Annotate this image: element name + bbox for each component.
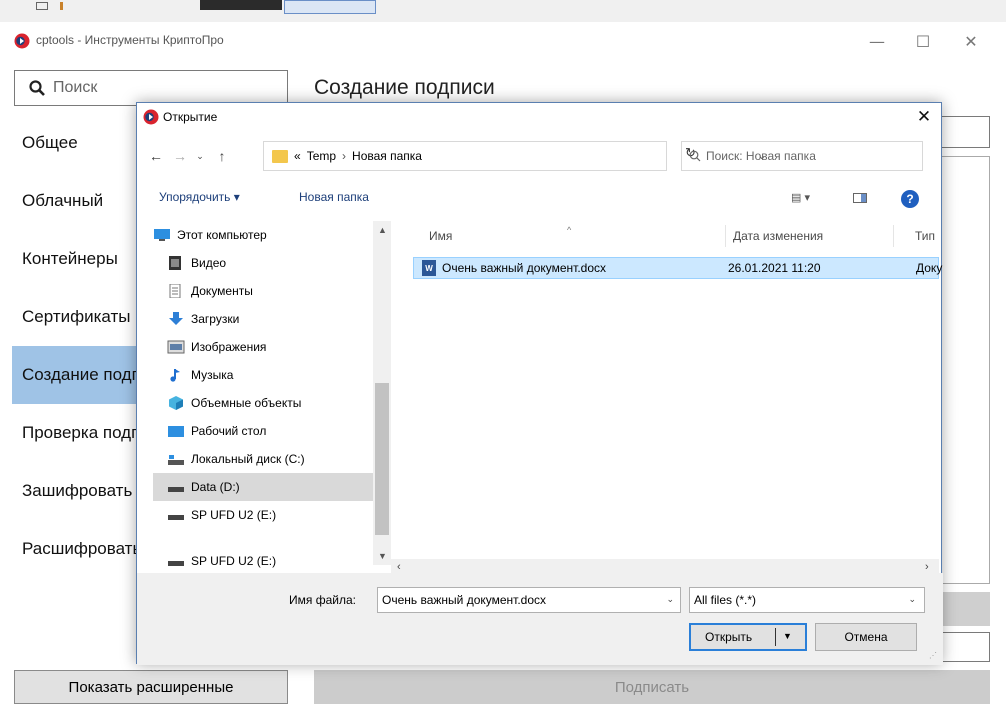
cryptopro-logo-icon: [143, 109, 159, 125]
dialog-title: Открытие: [163, 110, 218, 124]
nav-item-video[interactable]: Видео: [167, 249, 391, 277]
file-name: Очень важный документ.docx: [442, 261, 607, 275]
video-icon: [169, 256, 181, 270]
minimize-button[interactable]: —: [854, 22, 900, 60]
dialog-toolbar: Упорядочить ▾ Новая папка ▤ ▾ ?: [137, 183, 943, 213]
column-header-type[interactable]: Тип: [915, 229, 935, 243]
search-icon: [29, 80, 45, 96]
resize-grip-icon[interactable]: ⋰: [929, 651, 937, 660]
taskbar-icon: [60, 2, 63, 10]
music-icon: [170, 369, 180, 382]
organize-button[interactable]: Упорядочить ▾: [159, 190, 240, 204]
column-header-name[interactable]: Имя ^: [429, 225, 571, 243]
scrollbar-thumb[interactable]: [375, 383, 389, 535]
forward-button[interactable]: →: [169, 145, 191, 167]
drive-icon: [168, 487, 184, 492]
up-button[interactable]: ↑: [211, 145, 233, 167]
column-separator[interactable]: [725, 225, 726, 247]
nav-item-pictures[interactable]: Изображения: [167, 333, 391, 361]
help-button[interactable]: ?: [901, 190, 919, 208]
navigation-pane: Этот компьютер Видео Документы Загрузки …: [147, 221, 391, 569]
nav-item-local-disk-c[interactable]: Локальный диск (C:): [167, 445, 391, 473]
breadcrumb-temp[interactable]: Temp: [307, 149, 336, 163]
open-file-dialog: Открытие ✕ ← → ⌄ ↑ « Temp › Новая папка …: [136, 102, 943, 665]
breadcrumb-separator: ›: [342, 149, 347, 163]
taskbar-icon: [36, 2, 48, 10]
maximize-button[interactable]: ☐: [900, 22, 946, 60]
search-placeholder: Поиск: [53, 79, 98, 96]
nav-item-sp-ufd-e-2[interactable]: SP UFD U2 (E:): [167, 547, 391, 569]
address-bar[interactable]: « Temp › Новая папка ⌄: [263, 141, 766, 171]
filename-input[interactable]: Очень важный документ.docx ⌄: [377, 587, 681, 613]
breadcrumb-new-folder[interactable]: Новая папка: [352, 149, 422, 163]
chevron-down-icon[interactable]: ▼: [783, 631, 792, 641]
pictures-icon: [167, 340, 185, 354]
drive-icon: [168, 561, 184, 566]
show-advanced-button[interactable]: Показать расширенные: [14, 670, 288, 704]
dialog-close-button[interactable]: ✕: [909, 105, 939, 129]
sign-button[interactable]: Подписать: [314, 670, 990, 704]
nav-item-music[interactable]: Музыка: [167, 361, 391, 389]
recent-locations-button[interactable]: ⌄: [193, 145, 207, 167]
title-bar: cptools - Инструменты КриптоПро — ☐ ✕: [0, 22, 1006, 60]
nav-item-3d-objects[interactable]: Объемные объекты: [167, 389, 391, 417]
nav-item-desktop[interactable]: Рабочий стол: [167, 417, 391, 445]
word-document-icon: W: [422, 260, 436, 276]
window-title: cptools - Инструменты КриптоПро: [36, 33, 224, 47]
3d-objects-icon: [169, 396, 183, 410]
folder-icon: [272, 149, 288, 163]
close-button[interactable]: ✕: [948, 22, 994, 60]
scroll-left-icon[interactable]: ‹: [397, 561, 401, 573]
nav-item-sp-ufd-e[interactable]: SP UFD U2 (E:): [167, 501, 391, 529]
search-icon: [689, 150, 701, 162]
search-input[interactable]: Поиск: [14, 70, 288, 106]
background-window-tab: [284, 0, 376, 14]
nav-item-downloads[interactable]: Загрузки: [167, 305, 391, 333]
documents-icon: [169, 284, 181, 298]
desktop-icon: [168, 426, 184, 437]
local-disk-icon: [168, 455, 184, 465]
background-window-strip: [0, 0, 1006, 22]
nav-item-this-pc[interactable]: Этот компьютер: [153, 221, 379, 249]
form-button[interactable]: [940, 592, 990, 626]
preview-pane-icon[interactable]: [853, 193, 867, 203]
file-type-select[interactable]: All files (*.*) ⌄: [689, 587, 925, 613]
drive-icon: [168, 515, 184, 520]
sort-ascending-icon: ^: [567, 225, 572, 235]
navigation-bar: ← → ⌄ ↑ « Temp › Новая папка ⌄ ↻ Поиск: …: [137, 137, 943, 175]
file-date: 26.01.2021 11:20: [728, 261, 821, 275]
content-area: [940, 156, 990, 584]
column-header-date[interactable]: Дата изменения: [733, 229, 823, 243]
cryptopro-logo-icon: [14, 33, 30, 49]
column-separator[interactable]: [893, 225, 894, 247]
new-folder-button[interactable]: Новая папка: [299, 190, 369, 204]
breadcrumb-prefix: «: [294, 149, 301, 163]
view-options-button[interactable]: ▤ ▾: [791, 191, 810, 204]
scroll-right-icon[interactable]: ›: [925, 561, 929, 573]
file-type: Доку: [916, 261, 943, 275]
back-button[interactable]: ←: [145, 145, 167, 167]
nav-item-data-d[interactable]: Data (D:): [153, 473, 379, 501]
filename-label: Имя файла:: [289, 593, 356, 607]
file-list: Имя ^ Дата изменения Тип W Очень важный д…: [407, 221, 943, 557]
nav-item-documents[interactable]: Документы: [167, 277, 391, 305]
open-button[interactable]: Открыть ▼: [689, 623, 807, 651]
page-title: Создание подписи: [314, 76, 495, 99]
cancel-button[interactable]: Отмена: [815, 623, 917, 651]
form-field[interactable]: [940, 116, 990, 148]
dialog-footer: Имя файла: Очень важный документ.docx ⌄ …: [137, 573, 943, 665]
folder-search-input[interactable]: Поиск: Новая папка: [681, 141, 923, 171]
scroll-down-icon[interactable]: ▼: [378, 551, 387, 561]
chevron-down-icon[interactable]: ⌄: [908, 594, 916, 605]
file-row[interactable]: W Очень важный документ.docx 26.01.2021 …: [413, 257, 943, 279]
form-field[interactable]: [940, 632, 990, 662]
background-window-tab: [200, 0, 282, 10]
downloads-icon: [169, 312, 183, 325]
chevron-down-icon[interactable]: ⌄: [666, 594, 674, 605]
navigation-pane-scrollbar[interactable]: ▲ ▼: [373, 221, 391, 565]
computer-icon: [154, 229, 170, 241]
scroll-up-icon[interactable]: ▲: [378, 225, 387, 235]
folder-search-placeholder: Поиск: Новая папка: [706, 149, 816, 163]
